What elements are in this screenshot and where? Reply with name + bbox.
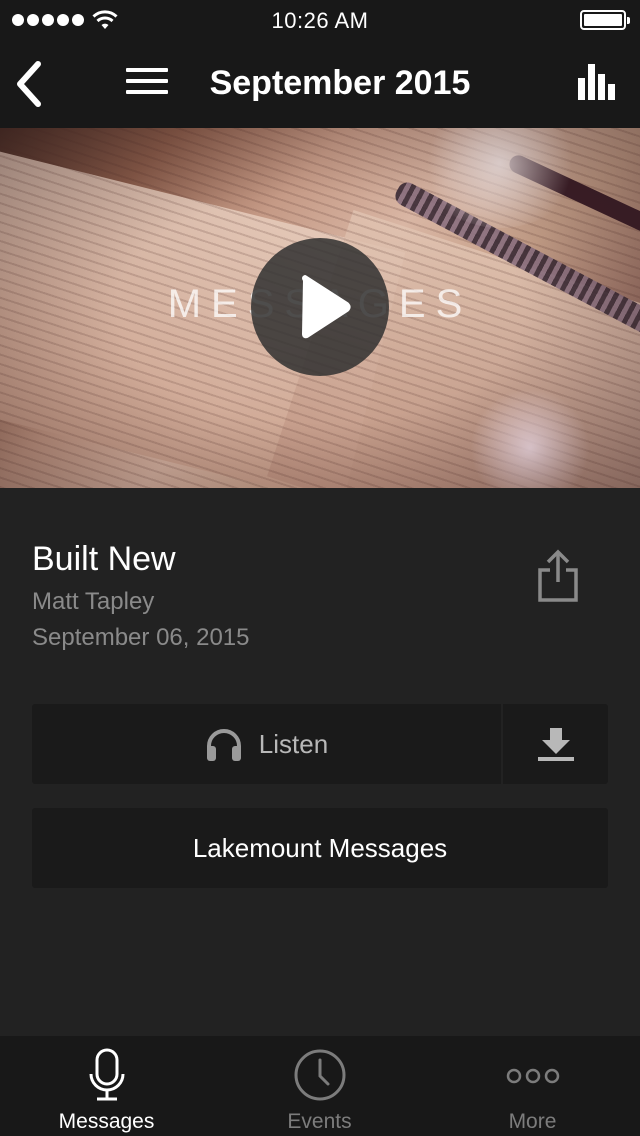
listen-row: Listen [32, 704, 608, 784]
tab-events[interactable]: Events [213, 1036, 426, 1136]
message-title: Built New [32, 540, 176, 578]
share-icon [538, 549, 578, 602]
tab-messages-label: Messages [58, 1110, 155, 1133]
download-icon [538, 728, 574, 761]
message-speaker: Matt Tapley [32, 588, 155, 615]
tab-bar: Messages Events More [0, 1036, 640, 1136]
listen-button[interactable]: Listen [32, 704, 501, 784]
tab-events-label: Events [287, 1110, 352, 1133]
series-button[interactable]: Lakemount Messages [32, 808, 608, 888]
tab-more[interactable]: More [426, 1036, 639, 1136]
tab-more-label: More [508, 1110, 557, 1133]
stats-button[interactable] [576, 62, 618, 102]
message-details: Built New Matt Tapley September 06, 2015… [0, 488, 640, 1036]
battery-icon [580, 10, 630, 30]
clock-icon [294, 1049, 345, 1101]
download-button[interactable] [503, 704, 608, 784]
bar-chart-icon [578, 64, 615, 100]
share-button[interactable] [534, 548, 582, 604]
listen-label: Listen [258, 728, 329, 759]
message-artwork: MESSAGES [0, 128, 640, 488]
navigation-bar: September 2015 [0, 40, 640, 128]
tab-messages[interactable]: Messages [0, 1036, 213, 1136]
status-time: 10:26 AM [271, 8, 369, 33]
page-title: September 2015 [209, 64, 471, 102]
status-bar: 10:26 AM [0, 0, 640, 40]
more-dots-icon [506, 1068, 559, 1084]
play-icon [302, 275, 351, 339]
headphones-icon [206, 729, 241, 761]
microphone-icon [89, 1048, 124, 1101]
message-date: September 06, 2015 [32, 624, 250, 651]
play-button[interactable] [251, 238, 389, 376]
series-label: Lakemount Messages [192, 832, 448, 863]
